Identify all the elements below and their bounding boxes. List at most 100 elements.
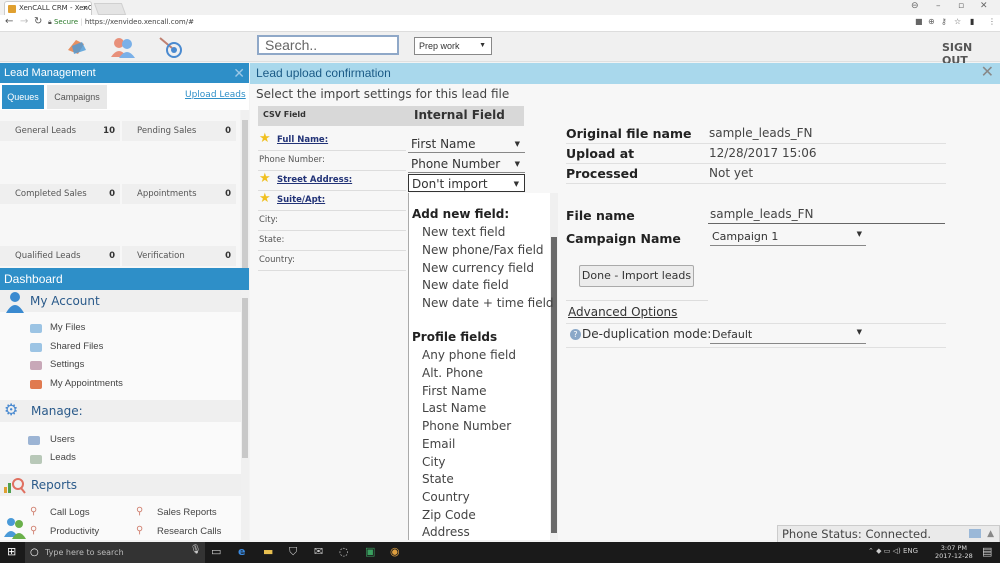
dropdown-option[interactable]: Zip Code [422,508,476,522]
contacts-icon[interactable] [110,36,136,58]
my-account-section[interactable]: My Account [0,290,241,312]
bookmark-star-icon[interactable]: ☆ [954,17,961,26]
queue-item[interactable]: General Leads 10 [0,121,120,141]
window-close-button[interactable]: ✕ [980,1,988,11]
dropdown-option[interactable]: New currency field [422,261,534,275]
menu-settings[interactable]: Settings [50,359,84,370]
excel-icon[interactable]: ▣ [365,545,375,558]
dropdown-option[interactable]: Country [422,490,470,504]
taskbar-search[interactable]: ○ Type here to search [25,542,205,563]
field-label[interactable]: Suite/Apt: [277,195,325,205]
reload-icon[interactable]: ↻ [34,16,42,27]
taskbar-clock[interactable]: 3:07 PM 2017-12-28 [935,544,973,560]
menu-research-calls[interactable]: Research Calls [157,526,221,537]
notifications-icon[interactable]: ▤ [982,545,992,558]
queue-item[interactable]: Appointments 0 [122,184,236,204]
file-name-input[interactable]: sample_leads_FN [708,207,945,224]
dashboard-scrollbar[interactable] [241,290,249,540]
zoom-icon[interactable]: ⊕ [928,17,935,26]
chat-users-icon[interactable] [3,515,27,539]
menu-shared-files[interactable]: Shared Files [50,341,103,352]
status-select[interactable]: Prep work ▼ [414,37,492,55]
menu-leads[interactable]: Leads [50,452,76,463]
menu-sales-reports[interactable]: Sales Reports [157,507,217,518]
key-icon[interactable]: ⚷ [941,17,947,26]
mapping-select-open[interactable]: Don't import ▼ [408,174,525,192]
volume-icon[interactable]: ◁) [893,547,901,555]
url-field[interactable]: 🔒︎ Secure | https://xenvideo.xencall.com… [48,18,194,27]
dropdown-option[interactable]: First Name [422,384,486,398]
camera-icon[interactable]: ■ [915,17,923,26]
browser-tab[interactable]: XenCALL CRM - XenCALL × [4,1,92,15]
dropdown-option[interactable]: Phone Number [422,419,511,433]
chrome-icon[interactable]: ◉ [390,545,400,558]
queue-scrollbar[interactable] [241,110,249,268]
menu-my-appointments[interactable]: My Appointments [50,378,123,389]
tab-queues[interactable]: Queues [2,85,44,109]
dropdown-option[interactable]: Alt. Phone [422,366,483,380]
network-icon[interactable]: ▭ [884,547,891,555]
file-explorer-icon[interactable]: ▬ [263,545,273,558]
upload-leads-link[interactable]: Upload Leads [185,90,246,100]
cortana-icon: ○ [30,547,39,558]
dropbox-icon[interactable]: ◆ [876,547,881,555]
profile-icon[interactable]: ⊖ [911,1,919,11]
dropdown-option[interactable]: New date + time field [422,296,554,310]
tab-close-icon[interactable]: × [82,2,88,15]
dropdown-option[interactable]: Address [422,525,470,539]
field-label[interactable]: Street Address: [277,175,352,185]
dropdown-option[interactable]: Last Name [422,401,486,415]
queue-item[interactable]: Pending Sales 0 [122,121,236,141]
mail-icon[interactable]: ✉ [314,545,323,558]
queue-item[interactable]: Completed Sales 0 [0,184,120,204]
campaign-select[interactable]: Campaign 1 ▼ [710,230,866,246]
dropdown-option[interactable]: Any phone field [422,348,516,362]
tray-chevron-icon[interactable]: ⌃ [868,547,874,555]
task-view-icon[interactable]: ▭ [211,545,221,558]
minimize-button[interactable]: – [936,1,941,11]
menu-users[interactable]: Users [50,434,75,445]
target-icon[interactable] [158,36,184,58]
new-tab-button[interactable] [93,3,127,15]
done-import-leads-button[interactable]: Done - Import leads [579,265,694,287]
dropdown-option[interactable]: New text field [422,225,505,239]
dropdown-option[interactable]: Email [422,437,455,451]
menu-icon[interactable]: ⋮ [988,17,996,26]
maximize-button[interactable]: ▫ [958,1,964,11]
menu-productivity[interactable]: Productivity [50,526,99,537]
extension-icon[interactable]: ▮ [970,17,974,26]
field-label[interactable]: Full Name: [277,135,328,145]
language-indicator[interactable]: ENG [903,547,918,555]
mapping-select[interactable]: Phone Number ▼ [408,155,525,173]
chevron-down-icon: ▼ [513,180,519,188]
queue-item[interactable]: Verification 0 [122,246,236,266]
dedup-mode-select[interactable]: Default ▼ [710,328,866,344]
store-icon[interactable]: ⛉ [289,545,297,559]
tab-campaigns[interactable]: Campaigns [47,85,107,109]
back-icon[interactable]: ← [5,16,13,27]
close-icon[interactable]: ✕ [981,62,994,83]
edge-icon[interactable]: e [238,545,245,558]
microphone-icon[interactable]: 🎙︎ [190,545,201,555]
menu-call-logs[interactable]: Call Logs [50,507,90,518]
windows-start-icon[interactable]: ⊞ [7,545,16,558]
dropdown-scrollbar[interactable] [550,193,558,540]
reports-section[interactable]: Reports [0,474,241,496]
dropdown-option[interactable]: New date field [422,278,509,292]
search-input[interactable]: Search.. [257,35,399,55]
help-icon[interactable]: ? [570,329,581,340]
advanced-options-link[interactable]: Advanced Options [568,305,677,319]
menu-my-files[interactable]: My Files [50,322,85,333]
keyboard-icon[interactable] [969,529,981,538]
dropdown-option[interactable]: City [422,455,446,469]
forward-icon[interactable]: → [20,16,28,27]
manage-section[interactable]: Manage: [0,400,241,422]
leads-icon[interactable] [64,36,90,58]
mapping-select[interactable]: First Name ▼ [408,135,525,153]
app-icon[interactable]: ◌ [339,545,349,558]
queue-item[interactable]: Qualified Leads 0 [0,246,120,266]
close-icon[interactable]: ✕ [233,63,245,83]
dropdown-option[interactable]: State [422,472,454,486]
chevron-up-icon[interactable]: ▲ [987,526,994,542]
dropdown-option[interactable]: New phone/Fax field [422,243,544,257]
